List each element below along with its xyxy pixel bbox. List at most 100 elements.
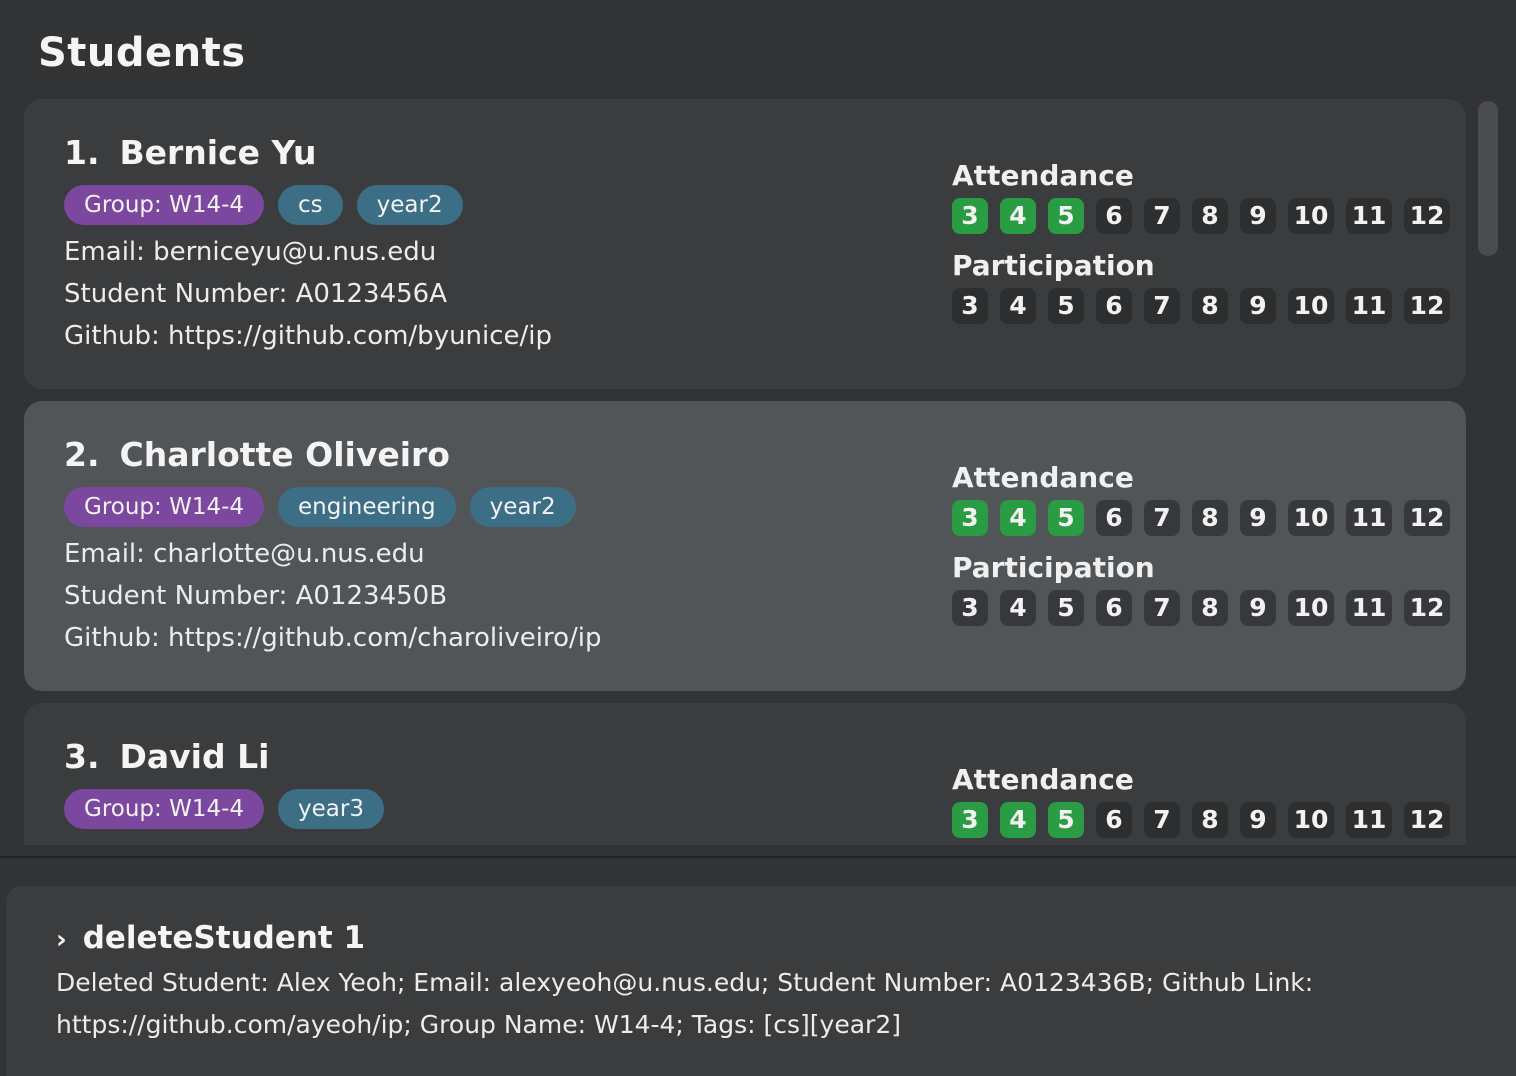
scrollbar-thumb[interactable] <box>1478 101 1498 256</box>
tag-row: Group: W14-4 cs year2 <box>64 185 463 225</box>
participation-week-badge: 3 <box>952 288 988 324</box>
group-tag: Group: W14-4 <box>64 789 265 829</box>
panel-divider <box>0 856 1516 858</box>
participation-week-badge: 8 <box>1192 590 1228 626</box>
group-tag: Group: W14-4 <box>64 185 265 225</box>
tag-row: Group: W14-4 year3 <box>64 789 384 829</box>
attendance-week-badge: 10 <box>1288 500 1334 536</box>
participation-week-badge: 9 <box>1240 288 1276 324</box>
student-number: Student Number: A0123456A <box>64 279 447 309</box>
attendance-week-badge: 7 <box>1144 500 1180 536</box>
attendance-week-badge: 4 <box>1000 500 1036 536</box>
participation-label: Participation <box>952 249 1155 282</box>
participation-week-badge: 12 <box>1404 590 1450 626</box>
student-name: Charlotte Oliveiro <box>119 435 450 474</box>
attendance-label: Attendance <box>952 461 1134 494</box>
attendance-week-badge: 11 <box>1346 198 1392 234</box>
attendance-week-badge: 7 <box>1144 802 1180 838</box>
attendance-week-badge: 5 <box>1048 500 1084 536</box>
attendance-week-badge: 9 <box>1240 500 1276 536</box>
attendance-week-badge: 8 <box>1192 198 1228 234</box>
participation-week-badge: 11 <box>1346 590 1392 626</box>
participation-week-badge: 4 <box>1000 288 1036 324</box>
attendance-week-badge: 6 <box>1096 802 1132 838</box>
attendance-week-badge: 9 <box>1240 198 1276 234</box>
participation-weeks: 3 4 5 6 7 8 9 10 11 12 <box>952 590 1462 626</box>
attendance-weeks: 3 4 5 6 7 8 9 10 11 12 <box>952 198 1462 234</box>
participation-week-badge: 5 <box>1048 288 1084 324</box>
tag: year2 <box>356 185 463 225</box>
attendance-weeks: 3 4 5 6 7 8 9 10 11 12 <box>952 500 1462 536</box>
attendance-week-badge: 7 <box>1144 198 1180 234</box>
attendance-week-badge: 3 <box>952 802 988 838</box>
student-index: 3. <box>64 737 100 776</box>
student-header: 2. Charlotte Oliveiro <box>64 435 450 474</box>
participation-week-badge: 12 <box>1404 288 1450 324</box>
result-message-line: https://github.com/ayeoh/ip; Group Name:… <box>56 1010 901 1039</box>
attendance-week-badge: 12 <box>1404 802 1450 838</box>
student-card-selected[interactable]: 2. Charlotte Oliveiro Group: W14-4 engine… <box>24 401 1466 691</box>
student-email: Email: berniceyu@u.nus.edu <box>64 237 437 267</box>
tag: cs <box>278 185 343 225</box>
command-text: deleteStudent 1 <box>82 920 366 956</box>
attendance-week-badge: 11 <box>1346 802 1392 838</box>
student-card[interactable]: 3. David Li Group: W14-4 year3 Attendance… <box>24 703 1466 845</box>
participation-week-badge: 10 <box>1288 288 1334 324</box>
student-name: David Li <box>119 737 270 776</box>
result-display: › deleteStudent 1 Deleted Student: Alex Y… <box>6 886 1516 1076</box>
attendance-week-badge: 5 <box>1048 802 1084 838</box>
student-github: Github: https://github.com/byunice/ip <box>64 321 553 351</box>
command-echo: › deleteStudent 1 <box>56 920 365 956</box>
attendance-week-badge: 12 <box>1404 500 1450 536</box>
participation-week-badge: 3 <box>952 590 988 626</box>
attendance-label: Attendance <box>952 159 1134 192</box>
attendance-week-badge: 6 <box>1096 198 1132 234</box>
tag: year2 <box>469 487 576 527</box>
tag: year3 <box>278 789 384 829</box>
student-list-panel: Students 1. Bernice Yu Group: W14-4 cs ye… <box>0 0 1516 856</box>
student-card[interactable]: 1. Bernice Yu Group: W14-4 cs year2 Email… <box>24 99 1466 389</box>
attendance-week-badge: 9 <box>1240 802 1276 838</box>
attendance-weeks: 3 4 5 6 7 8 9 10 11 12 <box>952 802 1462 838</box>
panel-title: Students <box>38 30 246 76</box>
student-header: 3. David Li <box>64 737 269 776</box>
attendance-week-badge: 3 <box>952 500 988 536</box>
participation-weeks: 3 4 5 6 7 8 9 10 11 12 <box>952 288 1462 324</box>
student-number: Student Number: A0123450B <box>64 581 448 611</box>
attendance-week-badge: 10 <box>1288 198 1334 234</box>
participation-week-badge: 5 <box>1048 590 1084 626</box>
student-header: 1. Bernice Yu <box>64 133 317 172</box>
participation-week-badge: 4 <box>1000 590 1036 626</box>
participation-week-badge: 7 <box>1144 288 1180 324</box>
attendance-week-badge: 8 <box>1192 802 1228 838</box>
participation-label: Participation <box>952 551 1155 584</box>
attendance-week-badge: 8 <box>1192 500 1228 536</box>
student-github: Github: https://github.com/charoliveiro/… <box>64 623 602 653</box>
student-name: Bernice Yu <box>119 133 317 172</box>
participation-week-badge: 7 <box>1144 590 1180 626</box>
student-list[interactable]: 1. Bernice Yu Group: W14-4 cs year2 Email… <box>24 99 1466 845</box>
group-tag: Group: W14-4 <box>64 487 265 527</box>
attendance-week-badge: 12 <box>1404 198 1450 234</box>
participation-week-badge: 8 <box>1192 288 1228 324</box>
attendance-week-badge: 4 <box>1000 802 1036 838</box>
student-index: 1. <box>64 133 100 172</box>
attendance-week-badge: 6 <box>1096 500 1132 536</box>
attendance-week-badge: 11 <box>1346 500 1392 536</box>
attendance-week-badge: 5 <box>1048 198 1084 234</box>
student-index: 2. <box>64 435 100 474</box>
attendance-week-badge: 10 <box>1288 802 1334 838</box>
participation-week-badge: 11 <box>1346 288 1392 324</box>
participation-week-badge: 9 <box>1240 590 1276 626</box>
participation-week-badge: 6 <box>1096 288 1132 324</box>
participation-week-badge: 6 <box>1096 590 1132 626</box>
chevron-right-icon: › <box>56 925 67 955</box>
attendance-label: Attendance <box>952 763 1134 796</box>
participation-week-badge: 10 <box>1288 590 1334 626</box>
attendance-week-badge: 3 <box>952 198 988 234</box>
tag: engineering <box>278 487 456 527</box>
tag-row: Group: W14-4 engineering year2 <box>64 487 576 527</box>
student-email: Email: charlotte@u.nus.edu <box>64 539 425 569</box>
attendance-week-badge: 4 <box>1000 198 1036 234</box>
result-message-line: Deleted Student: Alex Yeoh; Email: alexy… <box>56 968 1314 997</box>
